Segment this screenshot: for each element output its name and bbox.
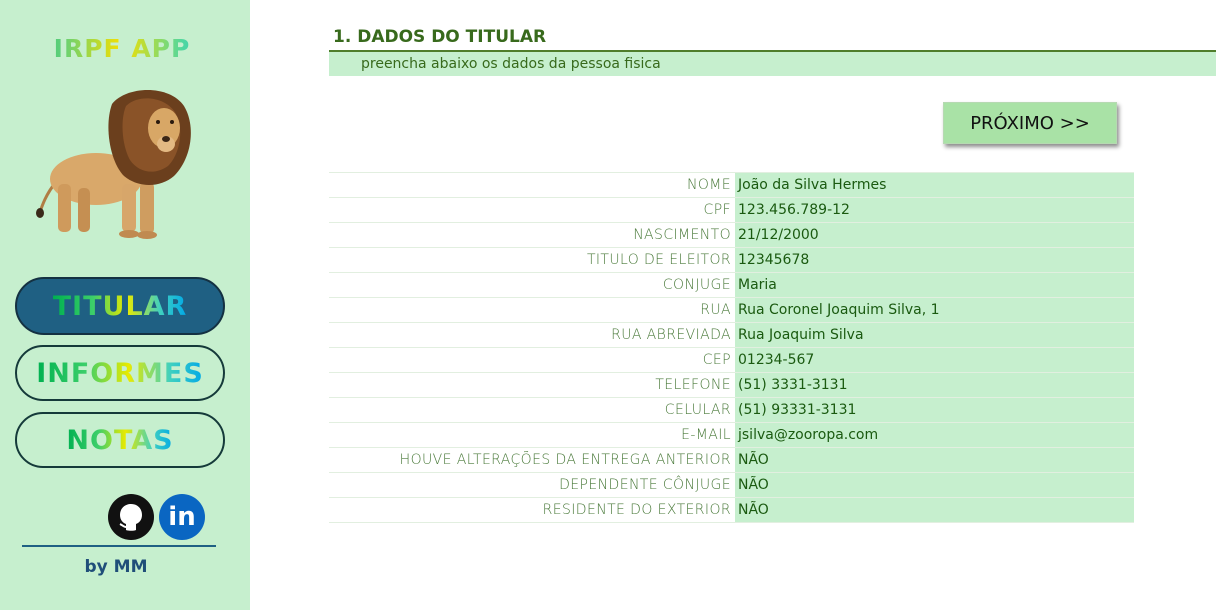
form-row-residente-exterior: RESIDENTE DO EXTERIOR NÃO: [329, 497, 1134, 523]
nav-titular-button[interactable]: TITULAR: [15, 277, 225, 335]
field-label: CEP: [702, 352, 731, 368]
field-label: CONJUGE: [662, 277, 731, 293]
field-label: CPF: [703, 202, 731, 218]
nav-titular-label: TITULAR: [52, 290, 188, 322]
form-row-titulo-eleitor: TITULO DE ELEITOR 12345678: [329, 247, 1134, 272]
celular-field[interactable]: (51) 93331-3131: [735, 398, 1134, 422]
form-row-cep: CEP 01234-567: [329, 347, 1134, 372]
form-row-email: E-MAIL jsilva@zooropa.com: [329, 422, 1134, 447]
github-icon[interactable]: [108, 494, 154, 540]
field-label: RESIDENTE DO EXTERIOR: [542, 502, 731, 518]
field-label: TELEFONE: [655, 377, 731, 393]
linkedin-icon[interactable]: in: [159, 494, 205, 540]
next-button[interactable]: PRÓXIMO >>: [943, 102, 1117, 144]
titulo-eleitor-field[interactable]: 12345678: [735, 248, 1134, 272]
field-label: DEPENDENTE CÔNJUGE: [559, 477, 731, 493]
rua-abreviada-field[interactable]: Rua Joaquim Silva: [735, 323, 1134, 347]
cep-field[interactable]: 01234-567: [735, 348, 1134, 372]
nav-notas-label: NOTAS: [66, 424, 174, 456]
form-row-telefone: TELEFONE (51) 3331-3131: [329, 372, 1134, 397]
section-title: 1. DADOS DO TITULAR: [333, 27, 547, 47]
field-label: CELULAR: [664, 402, 731, 418]
field-label: E-MAIL: [681, 427, 731, 443]
form-row-rua-abreviada: RUA ABREVIADA Rua Joaquim Silva: [329, 322, 1134, 347]
conjuge-field[interactable]: Maria: [735, 273, 1134, 297]
form-row-nascimento: NASCIMENTO 21/12/2000: [329, 222, 1134, 247]
nome-field[interactable]: João da Silva Hermes: [735, 173, 1134, 197]
form-row-nome: NOME João da Silva Hermes: [329, 172, 1134, 197]
dependente-conjuge-field[interactable]: NÃO: [735, 473, 1134, 497]
lion-image: [36, 90, 191, 239]
email-field[interactable]: jsilva@zooropa.com: [735, 423, 1134, 447]
nascimento-field[interactable]: 21/12/2000: [735, 223, 1134, 247]
sidebar: IRPF APP TITULAR INFORMES NOTAS in by MM: [0, 0, 250, 610]
cpf-field[interactable]: 123.456.789-12: [735, 198, 1134, 222]
alteracoes-field[interactable]: NÃO: [735, 448, 1134, 472]
telefone-field[interactable]: (51) 3331-3131: [735, 373, 1134, 397]
byline: by MM: [84, 557, 148, 577]
section-subtitle: preencha abaixo os dados da pessoa fisic…: [361, 56, 661, 72]
app-title: IRPF APP: [0, 34, 244, 63]
form-row-alteracoes: HOUVE ALTERAÇÕES DA ENTREGA ANTERIOR NÃO: [329, 447, 1134, 472]
field-label: HOUVE ALTERAÇÕES DA ENTREGA ANTERIOR: [399, 452, 731, 468]
field-label: TITULO DE ELEITOR: [586, 252, 731, 268]
github-cat-icon: [119, 504, 142, 531]
form-row-dependente-conjuge: DEPENDENTE CÔNJUGE NÃO: [329, 472, 1134, 497]
form-row-rua: RUA Rua Coronel Joaquim Silva, 1: [329, 297, 1134, 322]
linkedin-label: in: [168, 502, 196, 532]
nav-informes-label: INFORMES: [36, 357, 204, 389]
field-label: NOME: [686, 177, 731, 193]
nav-notas-button[interactable]: NOTAS: [15, 412, 225, 468]
field-label: RUA ABREVIADA: [611, 327, 731, 343]
field-label: NASCIMENTO: [633, 227, 731, 243]
rua-field[interactable]: Rua Coronel Joaquim Silva, 1: [735, 298, 1134, 322]
sidebar-divider: [22, 545, 216, 547]
form-row-cpf: CPF 123.456.789-12: [329, 197, 1134, 222]
form-row-conjuge: CONJUGE Maria: [329, 272, 1134, 297]
form-row-celular: CELULAR (51) 93331-3131: [329, 397, 1134, 422]
titular-form: NOME João da Silva Hermes CPF 123.456.78…: [329, 172, 1134, 523]
residente-exterior-field[interactable]: NÃO: [735, 498, 1134, 522]
nav-informes-button[interactable]: INFORMES: [15, 345, 225, 401]
field-label: RUA: [700, 302, 731, 318]
